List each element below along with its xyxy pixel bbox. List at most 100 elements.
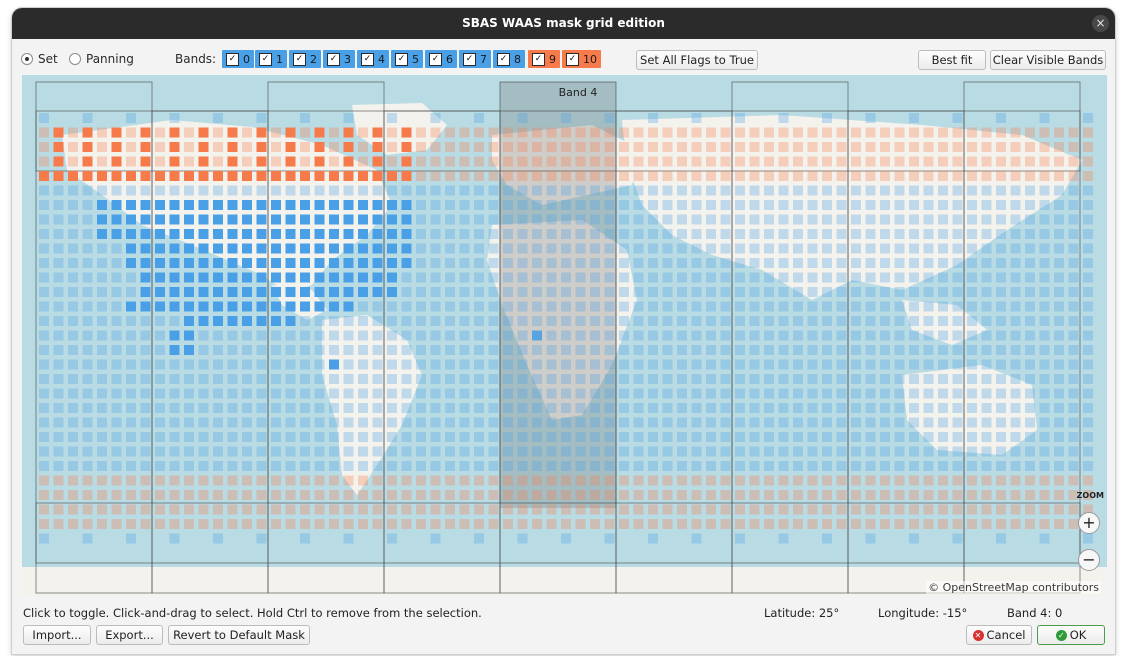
grid-cell[interactable]	[590, 490, 600, 500]
grid-cell[interactable]	[271, 461, 281, 471]
grid-cell[interactable]	[285, 374, 296, 384]
grid-cell[interactable]	[358, 185, 368, 196]
grid-cell[interactable]	[474, 475, 484, 486]
grid-cell[interactable]	[517, 490, 528, 500]
grid-cell[interactable]	[213, 533, 223, 544]
grid-cell[interactable]	[184, 388, 194, 399]
grid-cell[interactable]	[474, 446, 484, 457]
grid-cell[interactable]	[111, 330, 122, 341]
grid-cell[interactable]	[517, 142, 528, 152]
grid-cell[interactable]	[1025, 519, 1035, 529]
grid-cell[interactable]	[793, 403, 803, 413]
grid-cell[interactable]	[836, 330, 847, 341]
grid-cell[interactable]	[97, 272, 107, 283]
grid-cell[interactable]	[677, 301, 687, 312]
grid-cell[interactable]	[53, 243, 64, 254]
grid-cell[interactable]	[720, 519, 731, 529]
grid-cell[interactable]	[169, 504, 180, 515]
grid-cell[interactable]	[532, 287, 542, 297]
grid-cell[interactable]	[242, 432, 252, 442]
grid-cell[interactable]	[691, 388, 702, 399]
grid-cell[interactable]	[778, 374, 789, 384]
grid-cell[interactable]	[532, 229, 542, 239]
band-checkbox-6[interactable]: ✓ 6	[425, 50, 457, 68]
grid-cell[interactable]	[198, 200, 209, 210]
grid-cell[interactable]	[358, 388, 368, 399]
grid-cell[interactable]	[575, 229, 586, 239]
grid-cell[interactable]	[430, 533, 441, 544]
grid-cell[interactable]	[778, 243, 789, 254]
grid-cell[interactable]	[648, 533, 658, 544]
grid-cell[interactable]	[198, 214, 209, 225]
grid-cell[interactable]	[155, 185, 165, 196]
grid-cell[interactable]	[880, 359, 890, 370]
grid-cell[interactable]	[735, 533, 745, 544]
grid-cell[interactable]	[836, 171, 847, 181]
grid-cell[interactable]	[343, 374, 354, 384]
grid-cell[interactable]	[720, 214, 731, 225]
grid-cell[interactable]	[836, 490, 847, 500]
grid-cell[interactable]	[822, 156, 832, 167]
grid-cell[interactable]	[140, 272, 151, 283]
grid-cell[interactable]	[865, 432, 876, 442]
grid-cell[interactable]	[271, 171, 281, 181]
grid-cell[interactable]	[401, 229, 412, 239]
grid-cell[interactable]	[764, 229, 774, 239]
grid-cell[interactable]	[546, 345, 557, 355]
grid-cell[interactable]	[880, 403, 890, 413]
grid-cell[interactable]	[416, 171, 426, 181]
grid-cell[interactable]	[503, 127, 513, 138]
grid-cell[interactable]	[967, 301, 977, 312]
grid-cell[interactable]	[184, 185, 194, 196]
grid-cell[interactable]	[807, 214, 818, 225]
grid-cell[interactable]	[1039, 432, 1050, 442]
grid-cell[interactable]	[778, 490, 789, 500]
grid-cell[interactable]	[430, 258, 441, 268]
grid-cell[interactable]	[474, 127, 484, 138]
grid-cell[interactable]	[82, 359, 93, 370]
grid-cell[interactable]	[387, 519, 397, 529]
grid-cell[interactable]	[633, 258, 644, 268]
grid-cell[interactable]	[140, 171, 151, 181]
grid-cell[interactable]	[227, 214, 238, 225]
grid-cell[interactable]	[996, 432, 1006, 442]
grid-cell[interactable]	[865, 200, 876, 210]
grid-cell[interactable]	[938, 432, 948, 442]
grid-cell[interactable]	[39, 156, 49, 167]
grid-cell[interactable]	[517, 243, 528, 254]
grid-cell[interactable]	[691, 504, 702, 515]
grid-cell[interactable]	[314, 330, 325, 341]
grid-cell[interactable]	[677, 359, 687, 370]
grid-cell[interactable]	[851, 287, 861, 297]
grid-cell[interactable]	[836, 432, 847, 442]
grid-cell[interactable]	[213, 272, 223, 283]
grid-cell[interactable]	[575, 519, 586, 529]
grid-cell[interactable]	[546, 156, 557, 167]
grid-cell[interactable]	[474, 287, 484, 297]
grid-cell[interactable]	[285, 229, 296, 239]
grid-cell[interactable]	[445, 519, 455, 529]
grid-cell[interactable]	[503, 461, 513, 471]
grid-cell[interactable]	[1010, 287, 1021, 297]
grid-cell[interactable]	[430, 214, 441, 225]
grid-cell[interactable]	[894, 374, 905, 384]
grid-cell[interactable]	[967, 330, 977, 341]
grid-cell[interactable]	[358, 446, 368, 457]
grid-cell[interactable]	[53, 316, 64, 326]
grid-cell[interactable]	[865, 417, 876, 428]
grid-cell[interactable]	[1025, 185, 1035, 196]
grid-cell[interactable]	[445, 403, 455, 413]
grid-cell[interactable]	[590, 142, 600, 152]
grid-cell[interactable]	[1068, 461, 1079, 471]
grid-cell[interactable]	[865, 345, 876, 355]
grid-cell[interactable]	[517, 388, 528, 399]
grid-cell[interactable]	[68, 272, 78, 283]
grid-cell[interactable]	[459, 185, 470, 196]
grid-cell[interactable]	[213, 142, 223, 152]
grid-cell[interactable]	[648, 316, 658, 326]
grid-cell[interactable]	[1083, 229, 1093, 239]
grid-cell[interactable]	[97, 229, 107, 239]
grid-cell[interactable]	[604, 388, 615, 399]
grid-cell[interactable]	[1083, 359, 1093, 370]
grid-cell[interactable]	[242, 504, 252, 515]
